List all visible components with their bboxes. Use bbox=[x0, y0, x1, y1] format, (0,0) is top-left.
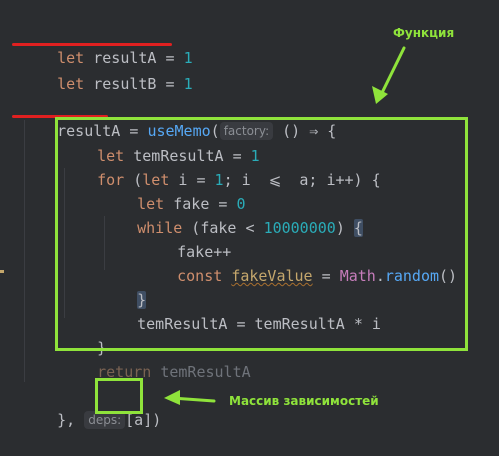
function-highlight-box bbox=[55, 117, 468, 351]
deps-arrow-line bbox=[170, 396, 216, 403]
keyword: let bbox=[57, 75, 85, 93]
function-arrow-head bbox=[372, 86, 388, 104]
paren: ) bbox=[152, 411, 162, 429]
brace: }, bbox=[57, 411, 76, 429]
number: 1 bbox=[183, 75, 193, 93]
code-editor[interactable]: let resultA = 1 let resultB = 1 resultA … bbox=[0, 0, 499, 429]
operator: = bbox=[156, 75, 184, 93]
red-underline bbox=[12, 43, 172, 46]
code-line-2[interactable]: let resultB = 1 bbox=[21, 48, 192, 93]
deps-highlight-box bbox=[95, 378, 143, 414]
gutter-marker bbox=[0, 270, 4, 273]
identifier: resultB bbox=[93, 75, 157, 93]
function-arrow-line bbox=[378, 46, 406, 99]
identifier: temResultA bbox=[151, 363, 251, 381]
deps-arrow-head bbox=[164, 390, 180, 405]
deps-annotation-label: Массив зависимостей bbox=[229, 394, 379, 408]
function-annotation-label: Функция bbox=[393, 26, 455, 40]
